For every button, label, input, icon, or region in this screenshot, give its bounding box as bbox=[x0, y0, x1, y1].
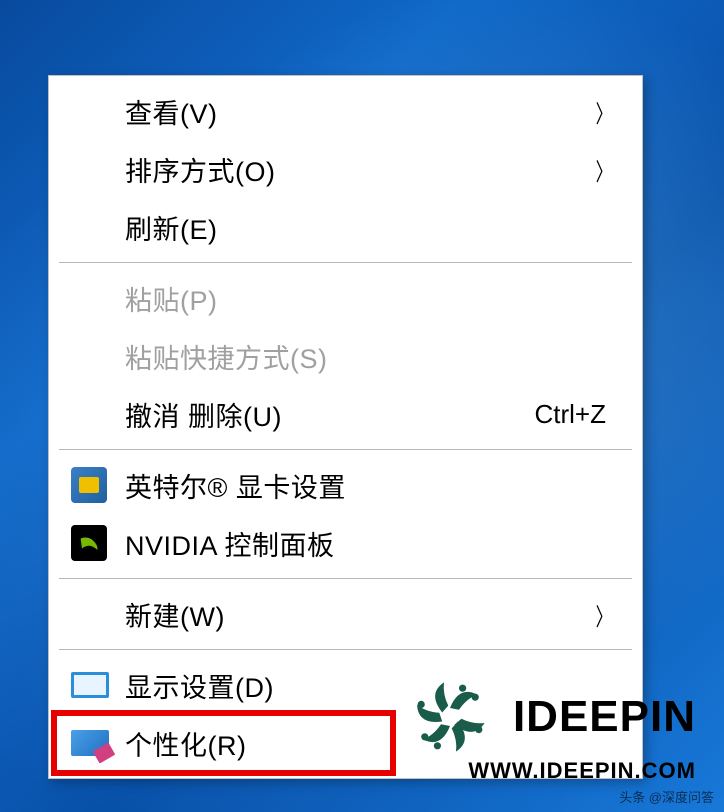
menu-label: 撤消 删除(U) bbox=[125, 395, 535, 434]
menu-item-paste-shortcut: 粘贴快捷方式(S) bbox=[51, 327, 640, 385]
menu-separator bbox=[59, 262, 632, 263]
attribution-text: 头条 @深度问答 bbox=[619, 787, 714, 806]
menu-item-paste: 粘贴(P) bbox=[51, 269, 640, 327]
menu-item-refresh[interactable]: 刷新(E) bbox=[51, 198, 640, 256]
menu-label: NVIDIA 控制面板 bbox=[125, 524, 616, 563]
watermark: IDEEPIN WWW.IDEEPIN.COM bbox=[405, 672, 696, 784]
menu-item-undo-delete[interactable]: 撤消 删除(U) Ctrl+Z bbox=[51, 385, 640, 443]
desktop-background[interactable]: 查看(V) 〉 排序方式(O) 〉 刷新(E) 粘贴(P) 粘贴快捷方式(S) … bbox=[0, 0, 724, 812]
menu-separator bbox=[59, 449, 632, 450]
menu-label: 排序方式(O) bbox=[125, 150, 592, 189]
menu-item-sort[interactable]: 排序方式(O) 〉 bbox=[51, 140, 640, 198]
chevron-right-icon: 〉 bbox=[596, 597, 613, 632]
menu-item-intel-graphics[interactable]: 英特尔® 显卡设置 bbox=[51, 456, 640, 514]
chevron-right-icon: 〉 bbox=[596, 152, 613, 187]
intel-icon bbox=[71, 467, 107, 503]
swirl-logo-icon bbox=[405, 672, 495, 762]
menu-item-nvidia-control-panel[interactable]: NVIDIA 控制面板 bbox=[51, 514, 640, 572]
brand-url: WWW.IDEEPIN.COM bbox=[468, 758, 696, 784]
icon-slot bbox=[71, 525, 125, 561]
icon-slot bbox=[71, 730, 125, 756]
chevron-right-icon: 〉 bbox=[596, 94, 613, 129]
menu-separator bbox=[59, 649, 632, 650]
icon-slot bbox=[71, 467, 125, 503]
menu-separator bbox=[59, 578, 632, 579]
personalize-icon bbox=[71, 730, 109, 756]
menu-label: 查看(V) bbox=[125, 92, 592, 131]
menu-item-view[interactable]: 查看(V) 〉 bbox=[51, 82, 640, 140]
nvidia-icon bbox=[71, 525, 107, 561]
menu-item-new[interactable]: 新建(W) 〉 bbox=[51, 585, 640, 643]
display-icon bbox=[71, 672, 109, 698]
menu-label: 英特尔® 显卡设置 bbox=[125, 466, 616, 505]
menu-label: 刷新(E) bbox=[125, 208, 616, 247]
menu-label: 粘贴快捷方式(S) bbox=[125, 337, 616, 376]
menu-shortcut: Ctrl+Z bbox=[535, 399, 607, 430]
menu-label: 新建(W) bbox=[125, 595, 592, 634]
icon-slot bbox=[71, 672, 125, 698]
menu-label: 粘贴(P) bbox=[125, 279, 616, 318]
brand-name: IDEEPIN bbox=[513, 692, 696, 742]
